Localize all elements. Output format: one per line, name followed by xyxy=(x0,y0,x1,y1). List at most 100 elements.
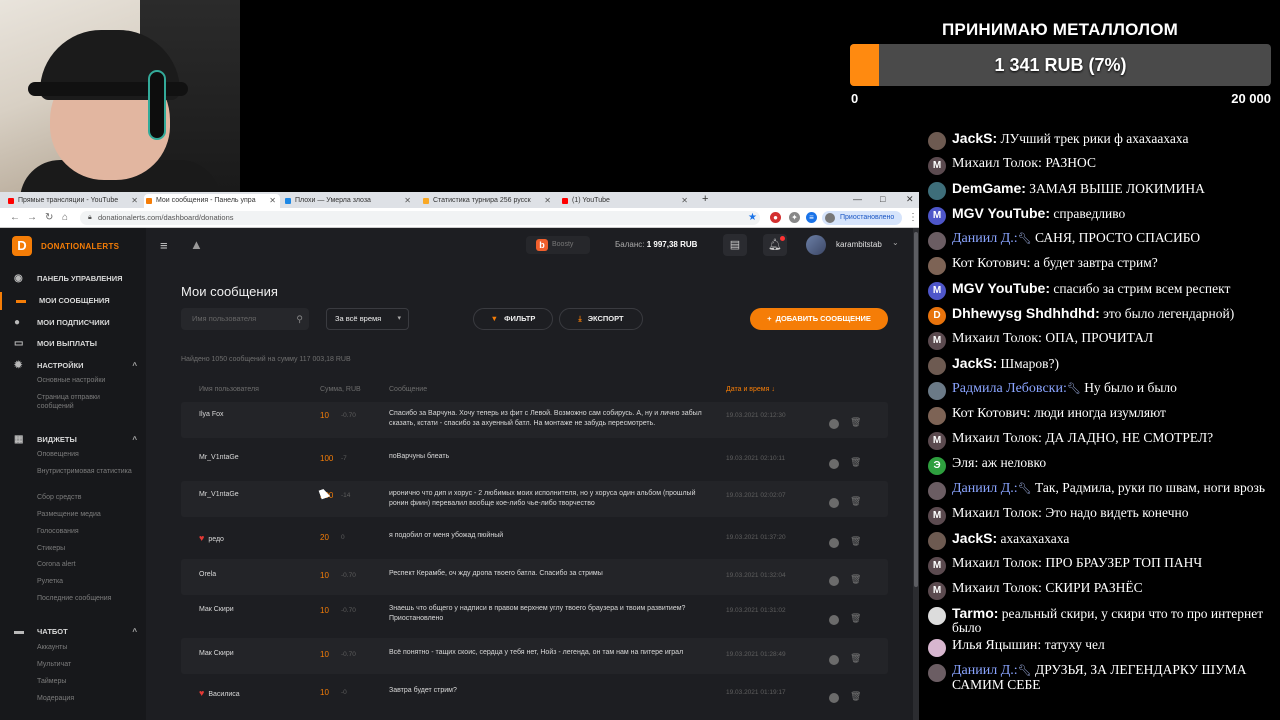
info-icon[interactable] xyxy=(829,459,839,469)
sidebar-subitem[interactable]: Внутристримовая статистика xyxy=(37,467,137,476)
table-row[interactable]: ♥ редо 20 0 я подобил от меня убожад пюйный 1… xyxy=(181,521,888,557)
row-username[interactable]: Ilya Fox xyxy=(199,411,224,418)
forward-icon[interactable]: → xyxy=(27,212,37,224)
sidebar-subitem[interactable]: Аккаунты xyxy=(37,643,137,652)
info-icon[interactable] xyxy=(829,655,839,665)
row-username[interactable]: Mr_V1ntaGe xyxy=(199,491,239,498)
graduation-cap-icon[interactable]: ▲ xyxy=(190,237,203,252)
sidebar-subitem[interactable]: Corona alert xyxy=(37,560,137,569)
browser-tab[interactable]: Статистика турнира 256 русск ✕ xyxy=(421,194,555,208)
profile-paused-button[interactable]: Приостановлено xyxy=(822,211,903,225)
url-field[interactable]: 🔒︎ donationalerts.com/dashboard/donations xyxy=(80,211,760,225)
back-icon[interactable]: ← xyxy=(10,212,20,224)
sidebar-subitem[interactable]: Сбор средств xyxy=(37,493,137,502)
close-icon[interactable]: ✕ xyxy=(269,194,276,208)
search-input[interactable]: Имя пользователя ⚲ xyxy=(181,308,309,330)
info-icon[interactable] xyxy=(829,538,839,548)
sidebar-subitem[interactable]: Основные настройки xyxy=(37,376,137,385)
period-select[interactable]: За всё время ▾ xyxy=(326,308,409,330)
sidebar-item-dashboard[interactable]: ◉ ПАНЕЛЬ УПРАВЛЕНИЯ xyxy=(0,270,146,288)
trash-icon[interactable]: 🗑︎ xyxy=(850,417,861,428)
close-icon[interactable]: ✕ xyxy=(131,194,138,208)
new-tab-button[interactable]: + xyxy=(702,192,708,206)
chevron-up-icon[interactable]: ^ xyxy=(132,431,137,449)
sidebar-item-subscribers[interactable]: ● МОИ ПОДПИСЧИКИ xyxy=(0,314,146,332)
sidebar-item-widgets[interactable]: ▦ ВИДЖЕТЫ ^ xyxy=(0,431,146,449)
trash-icon[interactable]: 🗑︎ xyxy=(850,613,861,624)
reload-icon[interactable]: ↻ xyxy=(45,212,53,224)
logo[interactable]: D DONATIONALERTS xyxy=(12,236,119,256)
column-header-message[interactable]: Сообщение xyxy=(389,386,427,393)
trash-icon[interactable]: 🗑︎ xyxy=(850,536,861,547)
close-icon[interactable]: ✕ xyxy=(404,194,411,208)
trash-icon[interactable]: 🗑︎ xyxy=(850,457,861,468)
notifications-button[interactable]: 🔔︎ xyxy=(763,234,787,256)
table-row[interactable]: Ilya Fox 10 -0.70 Спасибо за Варчуна. Хочу … xyxy=(181,402,888,438)
trash-icon[interactable]: 🗑︎ xyxy=(850,653,861,664)
username[interactable]: karambitstab xyxy=(836,240,882,249)
info-icon[interactable] xyxy=(829,498,839,508)
column-header-date[interactable]: Дата и время ↓ xyxy=(726,386,775,393)
add-message-button[interactable]: + ДОБАВИТЬ СООБЩЕНИЕ xyxy=(750,308,888,330)
scrollbar[interactable] xyxy=(913,228,919,720)
table-row[interactable]: Mr_V1ntaGe 100 -7 поВарчуны блеать 19.03.202… xyxy=(181,442,888,478)
row-username[interactable]: ♥ Василиса xyxy=(199,688,240,698)
bookmark-star-icon[interactable]: ★ xyxy=(748,212,757,224)
filter-button[interactable]: ▼ ФИЛЬТР xyxy=(473,308,553,330)
table-row[interactable]: Mr_V1ntaGe 200 -14 иронично что дип и хорус… xyxy=(181,481,888,517)
table-row[interactable]: Мак Скири 10 -0.70 Знаешь что общего у надп… xyxy=(181,598,888,634)
close-icon[interactable]: ✕ xyxy=(681,194,688,208)
sidebar-item-settings[interactable]: ✹ НАСТРОЙКИ ^ xyxy=(0,357,146,375)
close-window-button[interactable]: ✕ xyxy=(906,192,914,206)
column-header-amount[interactable]: Сумма, RUB xyxy=(320,386,361,393)
info-icon[interactable] xyxy=(829,419,839,429)
boosty-button[interactable]: b Boosty xyxy=(526,236,590,254)
sidebar-item-messages[interactable]: ▬ МОИ СООБЩЕНИЯ xyxy=(0,292,146,310)
sidebar-subitem[interactable]: Модерация xyxy=(37,694,137,703)
sidebar-subitem[interactable]: Голосования xyxy=(37,527,137,536)
scrollbar-thumb[interactable] xyxy=(914,232,918,587)
sidebar-subitem[interactable]: Мультичат xyxy=(37,660,137,669)
puzzle-icon[interactable]: ✦ xyxy=(789,212,800,223)
trash-icon[interactable]: 🗑︎ xyxy=(850,691,861,702)
row-username[interactable]: Мак Скири xyxy=(199,606,234,613)
sidebar-subitem[interactable]: Страница отправки сообщений xyxy=(37,393,137,411)
row-username[interactable]: Mr_V1ntaGe xyxy=(199,454,239,461)
chevron-up-icon[interactable]: ^ xyxy=(132,357,137,375)
extension-icon[interactable]: ● xyxy=(770,212,781,223)
sidebar-item-chatbot[interactable]: ▬ ЧАТБОТ ^ xyxy=(0,623,146,641)
table-row[interactable]: ♥ Василиса 10 -0 Завтра будет стрим? 19.03.20… xyxy=(181,676,888,712)
chevron-down-icon[interactable]: ⌄ xyxy=(892,238,899,247)
browser-tab[interactable]: Плохи — Умерла злоза ✕ xyxy=(283,194,415,208)
sidebar-subitem[interactable]: Рулетка xyxy=(37,577,137,586)
sidebar-subitem[interactable]: Оповещения xyxy=(37,450,137,459)
column-header-user[interactable]: Имя пользователя xyxy=(199,386,259,393)
table-row[interactable]: Orela 10 -0.70 Респект Керамбе, оч жду дроп… xyxy=(181,559,888,595)
minimize-button[interactable]: — xyxy=(853,192,862,206)
news-button[interactable]: ▤ xyxy=(723,234,747,256)
sidebar-subitem[interactable]: Таймеры xyxy=(37,677,137,686)
row-username[interactable]: Orela xyxy=(199,571,216,578)
row-username[interactable]: ♥ редо xyxy=(199,533,224,543)
row-username[interactable]: Мак Скири xyxy=(199,650,234,657)
info-icon[interactable] xyxy=(829,693,839,703)
browser-tab-active[interactable]: Мои сообщения - Панель упра ✕ xyxy=(144,194,280,208)
table-row[interactable]: Мак Скири 10 -0.70 Всё понятно - тащих скои… xyxy=(181,638,888,674)
close-icon[interactable]: ✕ xyxy=(544,194,551,208)
sidebar-subitem[interactable]: Стикеры xyxy=(37,544,137,553)
browser-tab[interactable]: Прямые трансляции - YouTube ✕ xyxy=(6,194,142,208)
maximize-button[interactable]: □ xyxy=(880,192,885,206)
info-icon[interactable] xyxy=(829,576,839,586)
avatar[interactable] xyxy=(806,235,826,255)
sidebar-item-payouts[interactable]: ▭ МОИ ВЫПЛАТЫ xyxy=(0,335,146,353)
info-icon[interactable] xyxy=(829,615,839,625)
trash-icon[interactable]: 🗑︎ xyxy=(850,574,861,585)
menu-dots-icon[interactable]: ⋮ xyxy=(908,212,918,224)
sidebar-subitem[interactable]: Последние сообщения xyxy=(37,594,137,603)
media-icon[interactable]: ≡ xyxy=(806,212,817,223)
trash-icon[interactable]: 🗑︎ xyxy=(850,496,861,507)
home-icon[interactable]: ⌂ xyxy=(62,212,68,224)
browser-tab[interactable]: (1) YouTube ✕ xyxy=(560,194,692,208)
hamburger-menu-icon[interactable]: ≡ xyxy=(160,238,168,253)
export-button[interactable]: ⤓ ЭКСПОРТ xyxy=(559,308,643,330)
